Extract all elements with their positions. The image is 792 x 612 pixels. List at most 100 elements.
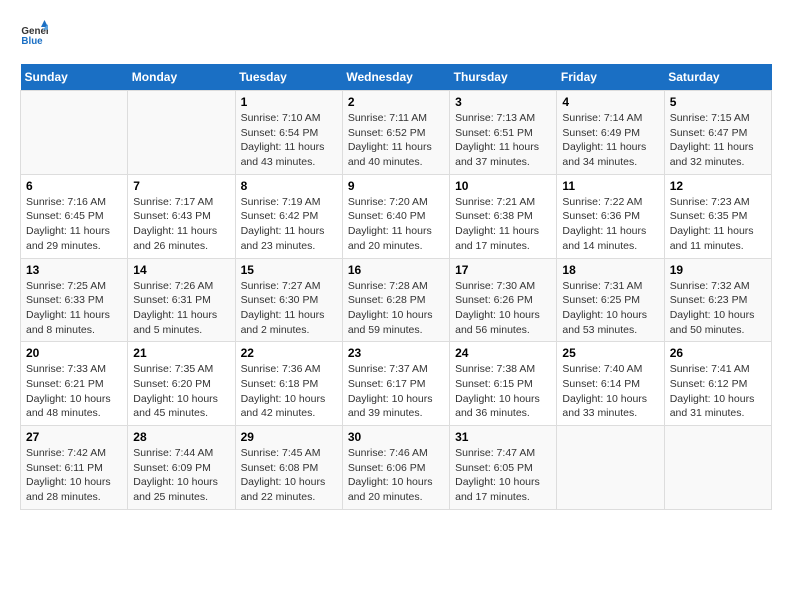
calendar-cell: 13 Sunrise: 7:25 AM Sunset: 6:33 PM Dayli…: [21, 258, 128, 342]
day-number: 19: [670, 263, 766, 277]
calendar-cell: [21, 91, 128, 175]
calendar-cell: 16 Sunrise: 7:28 AM Sunset: 6:28 PM Dayli…: [342, 258, 449, 342]
calendar-cell: 8Sunrise: 7:19 AM Sunset: 6:42 PM Daylig…: [235, 174, 342, 258]
day-number: 21: [133, 346, 229, 360]
cell-content: Sunrise: 7:17 AM Sunset: 6:43 PM Dayligh…: [133, 195, 229, 254]
day-number: 23: [348, 346, 444, 360]
day-number: 13: [26, 263, 122, 277]
calendar-cell: [664, 426, 771, 510]
header-thursday: Thursday: [450, 64, 557, 91]
header-friday: Friday: [557, 64, 664, 91]
calendar-cell: 4 Sunrise: 7:14 AM Sunset: 6:49 PM Daylig…: [557, 91, 664, 175]
cell-content: Sunrise: 7:23 AM Sunset: 6:35 PM Dayligh…: [670, 195, 766, 254]
calendar-cell: 27 Sunrise: 7:42 AM Sunset: 6:11 PM Dayli…: [21, 426, 128, 510]
day-number: 3: [455, 95, 551, 109]
cell-content: Sunrise: 7:26 AM Sunset: 6:31 PM Dayligh…: [133, 279, 229, 338]
calendar-cell: 15Sunrise: 7:27 AM Sunset: 6:30 PM Dayli…: [235, 258, 342, 342]
calendar-cell: 30 Sunrise: 7:46 AM Sunset: 6:06 PM Dayli…: [342, 426, 449, 510]
cell-content: Sunrise: 7:19 AM Sunset: 6:42 PM Dayligh…: [241, 195, 337, 254]
calendar-cell: 20 Sunrise: 7:33 AM Sunset: 6:21 PM Dayli…: [21, 342, 128, 426]
day-number: 4: [562, 95, 658, 109]
cell-content: Sunrise: 7:36 AM Sunset: 6:18 PM Dayligh…: [241, 362, 337, 421]
cell-content: Sunrise: 7:31 AM Sunset: 6:25 PM Dayligh…: [562, 279, 658, 338]
calendar-cell: 14 Sunrise: 7:26 AM Sunset: 6:31 PM Dayli…: [128, 258, 235, 342]
cell-content: Sunrise: 7:41 AM Sunset: 6:12 PM Dayligh…: [670, 362, 766, 421]
header-sunday: Sunday: [21, 64, 128, 91]
day-number: 11: [562, 179, 658, 193]
header-tuesday: Tuesday: [235, 64, 342, 91]
calendar-cell: 29 Sunrise: 7:45 AM Sunset: 6:08 PM Dayli…: [235, 426, 342, 510]
day-number: 12: [670, 179, 766, 193]
cell-content: Sunrise: 7:30 AM Sunset: 6:26 PM Dayligh…: [455, 279, 551, 338]
cell-content: Sunrise: 7:28 AM Sunset: 6:28 PM Dayligh…: [348, 279, 444, 338]
day-number: 29: [241, 430, 337, 444]
cell-content: Sunrise: 7:47 AM Sunset: 6:05 PM Dayligh…: [455, 446, 551, 505]
calendar-week-row: 1Sunrise: 7:10 AM Sunset: 6:54 PM Daylig…: [21, 91, 772, 175]
calendar-cell: 18Sunrise: 7:31 AM Sunset: 6:25 PM Dayli…: [557, 258, 664, 342]
day-number: 26: [670, 346, 766, 360]
cell-content: Sunrise: 7:13 AM Sunset: 6:51 PM Dayligh…: [455, 111, 551, 170]
calendar-cell: 6 Sunrise: 7:16 AM Sunset: 6:45 PM Daylig…: [21, 174, 128, 258]
day-number: 14: [133, 263, 229, 277]
calendar-cell: 3 Sunrise: 7:13 AM Sunset: 6:51 PM Daylig…: [450, 91, 557, 175]
calendar-week-row: 6 Sunrise: 7:16 AM Sunset: 6:45 PM Daylig…: [21, 174, 772, 258]
day-number: 20: [26, 346, 122, 360]
calendar-cell: 10 Sunrise: 7:21 AM Sunset: 6:38 PM Dayli…: [450, 174, 557, 258]
calendar-cell: 24 Sunrise: 7:38 AM Sunset: 6:15 PM Dayli…: [450, 342, 557, 426]
calendar-cell: 5Sunrise: 7:15 AM Sunset: 6:47 PM Daylig…: [664, 91, 771, 175]
day-number: 27: [26, 430, 122, 444]
day-number: 28: [133, 430, 229, 444]
day-number: 1: [241, 95, 337, 109]
calendar-cell: 17 Sunrise: 7:30 AM Sunset: 6:26 PM Dayli…: [450, 258, 557, 342]
header-wednesday: Wednesday: [342, 64, 449, 91]
day-number: 6: [26, 179, 122, 193]
day-number: 22: [241, 346, 337, 360]
calendar-cell: 31 Sunrise: 7:47 AM Sunset: 6:05 PM Dayli…: [450, 426, 557, 510]
cell-content: Sunrise: 7:14 AM Sunset: 6:49 PM Dayligh…: [562, 111, 658, 170]
logo: General Blue: [20, 20, 52, 48]
page-header: General Blue: [20, 20, 772, 48]
cell-content: Sunrise: 7:16 AM Sunset: 6:45 PM Dayligh…: [26, 195, 122, 254]
day-number: 31: [455, 430, 551, 444]
day-number: 15: [241, 263, 337, 277]
calendar-cell: 19 Sunrise: 7:32 AM Sunset: 6:23 PM Dayli…: [664, 258, 771, 342]
day-number: 17: [455, 263, 551, 277]
calendar-cell: 1Sunrise: 7:10 AM Sunset: 6:54 PM Daylig…: [235, 91, 342, 175]
calendar-cell: 2Sunrise: 7:11 AM Sunset: 6:52 PM Daylig…: [342, 91, 449, 175]
calendar-cell: [128, 91, 235, 175]
cell-content: Sunrise: 7:20 AM Sunset: 6:40 PM Dayligh…: [348, 195, 444, 254]
calendar-cell: 11Sunrise: 7:22 AM Sunset: 6:36 PM Dayli…: [557, 174, 664, 258]
day-number: 7: [133, 179, 229, 193]
day-number: 16: [348, 263, 444, 277]
cell-content: Sunrise: 7:45 AM Sunset: 6:08 PM Dayligh…: [241, 446, 337, 505]
calendar-cell: 12 Sunrise: 7:23 AM Sunset: 6:35 PM Dayli…: [664, 174, 771, 258]
cell-content: Sunrise: 7:44 AM Sunset: 6:09 PM Dayligh…: [133, 446, 229, 505]
calendar-week-row: 20 Sunrise: 7:33 AM Sunset: 6:21 PM Dayli…: [21, 342, 772, 426]
cell-content: Sunrise: 7:38 AM Sunset: 6:15 PM Dayligh…: [455, 362, 551, 421]
cell-content: Sunrise: 7:32 AM Sunset: 6:23 PM Dayligh…: [670, 279, 766, 338]
header-saturday: Saturday: [664, 64, 771, 91]
cell-content: Sunrise: 7:46 AM Sunset: 6:06 PM Dayligh…: [348, 446, 444, 505]
cell-content: Sunrise: 7:35 AM Sunset: 6:20 PM Dayligh…: [133, 362, 229, 421]
cell-content: Sunrise: 7:25 AM Sunset: 6:33 PM Dayligh…: [26, 279, 122, 338]
calendar-week-row: 27 Sunrise: 7:42 AM Sunset: 6:11 PM Dayli…: [21, 426, 772, 510]
logo-icon: General Blue: [20, 20, 48, 48]
cell-content: Sunrise: 7:11 AM Sunset: 6:52 PM Dayligh…: [348, 111, 444, 170]
header-monday: Monday: [128, 64, 235, 91]
cell-content: Sunrise: 7:40 AM Sunset: 6:14 PM Dayligh…: [562, 362, 658, 421]
day-number: 25: [562, 346, 658, 360]
calendar-cell: [557, 426, 664, 510]
calendar-cell: 22 Sunrise: 7:36 AM Sunset: 6:18 PM Dayli…: [235, 342, 342, 426]
day-number: 10: [455, 179, 551, 193]
calendar-cell: 26 Sunrise: 7:41 AM Sunset: 6:12 PM Dayli…: [664, 342, 771, 426]
calendar-cell: 23Sunrise: 7:37 AM Sunset: 6:17 PM Dayli…: [342, 342, 449, 426]
cell-content: Sunrise: 7:21 AM Sunset: 6:38 PM Dayligh…: [455, 195, 551, 254]
svg-text:Blue: Blue: [21, 36, 43, 47]
cell-content: Sunrise: 7:33 AM Sunset: 6:21 PM Dayligh…: [26, 362, 122, 421]
calendar-header-row: SundayMondayTuesdayWednesdayThursdayFrid…: [21, 64, 772, 91]
day-number: 24: [455, 346, 551, 360]
day-number: 5: [670, 95, 766, 109]
day-number: 30: [348, 430, 444, 444]
calendar-cell: 28 Sunrise: 7:44 AM Sunset: 6:09 PM Dayli…: [128, 426, 235, 510]
cell-content: Sunrise: 7:42 AM Sunset: 6:11 PM Dayligh…: [26, 446, 122, 505]
